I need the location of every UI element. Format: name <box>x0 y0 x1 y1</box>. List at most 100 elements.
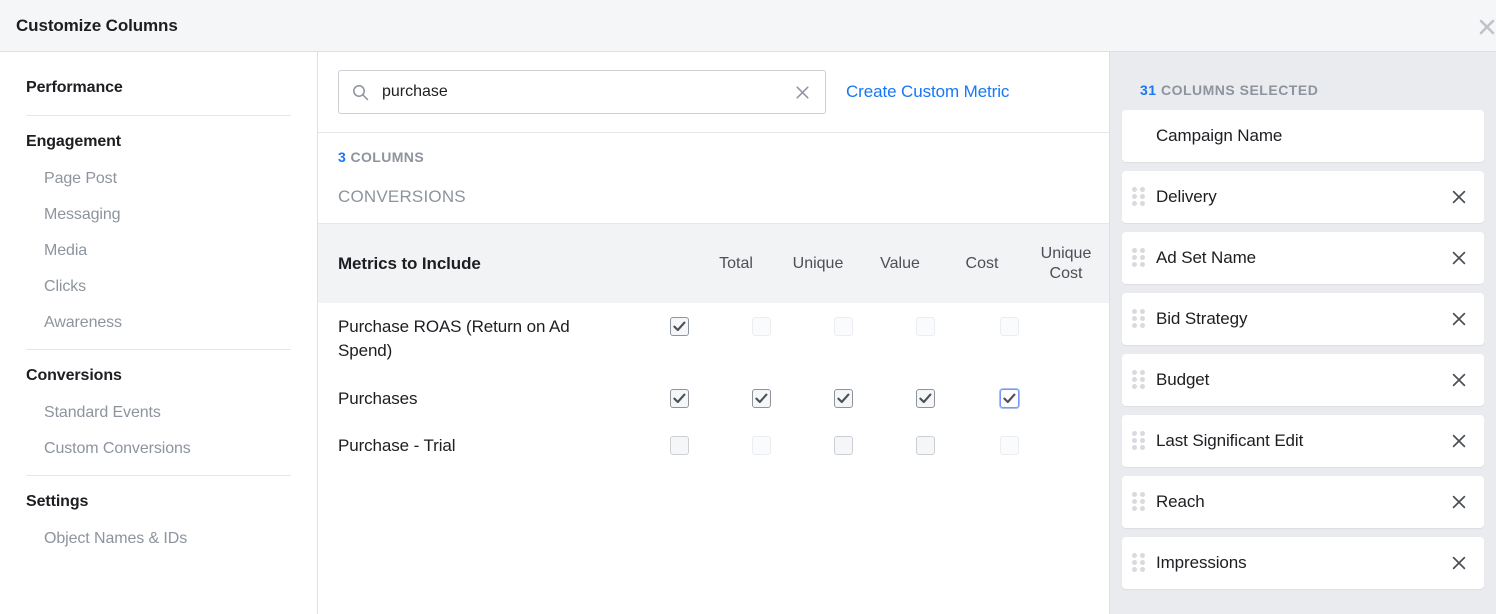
selected-count-number: 31 <box>1140 82 1157 98</box>
selected-column-chip[interactable]: Bid Strategy <box>1122 293 1484 345</box>
sidebar-group-settings: Settings Object Names & IDs <box>0 484 317 557</box>
checkbox-cell-unique <box>720 387 802 408</box>
metric-name: Purchases <box>338 387 638 411</box>
checkbox-value[interactable] <box>834 436 853 455</box>
column-header-unique: Unique <box>777 254 859 274</box>
selected-column-chip[interactable]: Ad Set Name <box>1122 232 1484 284</box>
selected-column-label: Last Significant Edit <box>1156 431 1448 451</box>
column-header-value: Value <box>859 254 941 274</box>
checkbox-unique[interactable] <box>752 389 771 408</box>
search-row: Create Custom Metric <box>318 52 1109 133</box>
metrics-to-include-header: Metrics to Include <box>338 254 695 274</box>
checkbox-cell-unique-cost <box>966 434 1052 455</box>
metric-name: Purchase - Trial <box>338 434 638 458</box>
remove-column-icon[interactable] <box>1448 430 1470 452</box>
search-input[interactable] <box>369 83 791 101</box>
sidebar-item-conversions[interactable]: Conversions <box>26 358 291 395</box>
create-custom-metric-link[interactable]: Create Custom Metric <box>846 82 1009 102</box>
search-icon <box>352 84 369 101</box>
sidebar-divider <box>26 115 291 116</box>
selected-column-chip[interactable]: Last Significant Edit <box>1122 415 1484 467</box>
metric-row: Purchase - Trial <box>318 422 1109 470</box>
sidebar-item-awareness[interactable]: Awareness <box>26 305 291 341</box>
results-meta: 3 COLUMNS CONVERSIONS <box>318 133 1109 223</box>
metric-name: Purchase ROAS (Return on Ad Spend) <box>338 315 638 363</box>
drag-handle-icon[interactable] <box>1132 309 1146 329</box>
column-header-cost: Cost <box>941 254 1023 274</box>
selected-count-label: COLUMNS SELECTED <box>1161 82 1318 98</box>
checkbox-value <box>834 317 853 336</box>
checkbox-cost <box>916 317 935 336</box>
checkbox-cell-cost <box>884 387 966 408</box>
sidebar-item-clicks[interactable]: Clicks <box>26 269 291 305</box>
selected-columns-list: Campaign Name Delivery Ad Set Name Bid Stra… <box>1122 110 1484 589</box>
checkbox-cell-total <box>638 315 720 336</box>
column-count: 3 COLUMNS <box>338 149 1089 165</box>
remove-column-icon[interactable] <box>1448 186 1470 208</box>
checkbox-cell-value <box>802 434 884 455</box>
drag-handle-icon[interactable] <box>1132 370 1146 390</box>
checkbox-unique <box>752 317 771 336</box>
checkbox-cell-value <box>802 315 884 336</box>
selected-column-label: Campaign Name <box>1156 126 1448 146</box>
drag-handle-icon[interactable] <box>1132 248 1146 268</box>
checkbox-cell-total <box>638 387 720 408</box>
selected-column-label: Budget <box>1156 370 1448 390</box>
selected-column-label: Delivery <box>1156 187 1448 207</box>
selected-column-label: Ad Set Name <box>1156 248 1448 268</box>
remove-column-icon[interactable] <box>1448 552 1470 574</box>
column-header-unique-cost: Unique Cost <box>1023 244 1109 284</box>
column-count-number: 3 <box>338 149 346 165</box>
checkbox-total[interactable] <box>670 436 689 455</box>
checkbox-cost[interactable] <box>916 436 935 455</box>
remove-column-icon[interactable] <box>1448 491 1470 513</box>
sidebar-item-performance[interactable]: Performance <box>26 70 291 107</box>
sidebar-item-object-names-ids[interactable]: Object Names & IDs <box>26 521 291 557</box>
close-icon[interactable] <box>1472 12 1496 42</box>
column-header-total: Total <box>695 254 777 274</box>
sidebar-group-conversions: Conversions Standard Events Custom Conve… <box>0 358 317 467</box>
checkbox-cell-unique-cost <box>966 387 1052 408</box>
remove-column-icon[interactable] <box>1448 308 1470 330</box>
customize-columns-dialog: Customize Columns Performance Engagement… <box>0 0 1496 614</box>
drag-handle-icon[interactable] <box>1132 187 1146 207</box>
sidebar-item-page-post[interactable]: Page Post <box>26 161 291 197</box>
metrics-table-header: Metrics to Include Total Unique Value Co… <box>318 223 1109 303</box>
sidebar-item-settings[interactable]: Settings <box>26 484 291 521</box>
checkbox-cell-cost <box>884 434 966 455</box>
metrics-row-list: Purchase ROAS (Return on Ad Spend) Purcha… <box>318 303 1109 470</box>
remove-column-icon[interactable] <box>1448 247 1470 269</box>
metric-row: Purchase ROAS (Return on Ad Spend) <box>318 303 1109 375</box>
checkbox-unique-cost[interactable] <box>1000 389 1019 408</box>
checkbox-total[interactable] <box>670 389 689 408</box>
selected-column-chip[interactable]: Impressions <box>1122 537 1484 589</box>
dialog-title: Customize Columns <box>16 16 178 36</box>
drag-handle-icon[interactable] <box>1132 492 1146 512</box>
checkbox-total[interactable] <box>670 317 689 336</box>
selected-column-chip[interactable]: Campaign Name <box>1122 110 1484 162</box>
drag-handle-icon[interactable] <box>1132 431 1146 451</box>
sidebar-item-custom-conversions[interactable]: Custom Conversions <box>26 431 291 467</box>
sidebar-item-engagement[interactable]: Engagement <box>26 124 291 161</box>
selected-column-chip[interactable]: Budget <box>1122 354 1484 406</box>
drag-handle-icon[interactable] <box>1132 553 1146 573</box>
checkbox-cost[interactable] <box>916 389 935 408</box>
sidebar-group-engagement: Engagement Page Post Messaging Media Cli… <box>0 124 317 341</box>
selected-column-chip[interactable]: Delivery <box>1122 171 1484 223</box>
checkbox-cell-total <box>638 434 720 455</box>
sidebar-item-media[interactable]: Media <box>26 233 291 269</box>
checkbox-value[interactable] <box>834 389 853 408</box>
selected-column-chip[interactable]: Reach <box>1122 476 1484 528</box>
sidebar-group-performance: Performance <box>0 70 317 107</box>
checkbox-cell-unique-cost <box>966 315 1052 336</box>
sidebar-item-messaging[interactable]: Messaging <box>26 197 291 233</box>
search-box[interactable] <box>338 70 826 114</box>
sidebar-item-standard-events[interactable]: Standard Events <box>26 395 291 431</box>
selected-column-label: Reach <box>1156 492 1448 512</box>
dialog-titlebar: Customize Columns <box>0 0 1496 52</box>
clear-search-icon[interactable] <box>791 81 813 103</box>
checkbox-unique-cost <box>1000 436 1019 455</box>
checkbox-cell-unique <box>720 315 802 336</box>
remove-column-icon[interactable] <box>1448 369 1470 391</box>
sidebar-divider <box>26 475 291 476</box>
